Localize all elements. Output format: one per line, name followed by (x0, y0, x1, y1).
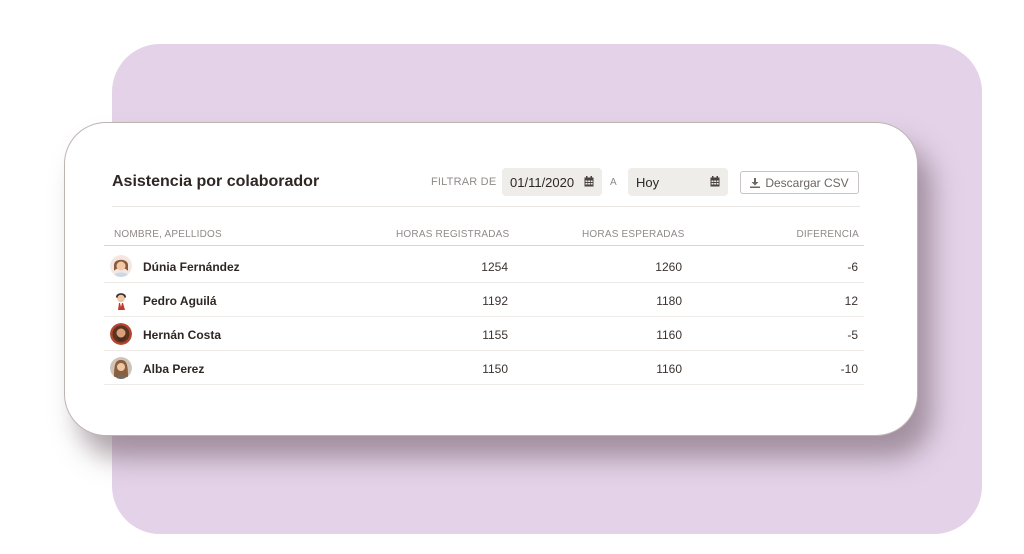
calendar-icon (584, 176, 594, 187)
column-header-difference[interactable]: DIFERENCIA (796, 229, 859, 240)
difference: -10 (840, 362, 858, 376)
filter-label: FILTRAR DE (431, 176, 497, 188)
difference: -5 (847, 328, 858, 342)
calendar-icon (710, 176, 720, 187)
page-title: Asistencia por colaborador (112, 173, 320, 190)
employee-name: Pedro Aguilá (143, 294, 217, 308)
column-header-expected-hours[interactable]: HORAS ESPERADAS (582, 229, 684, 240)
to-label: A (610, 177, 617, 188)
avatar (110, 255, 132, 277)
registered-hours: 1254 (481, 260, 508, 274)
expected-hours: 1180 (656, 294, 682, 308)
avatar (110, 357, 132, 379)
registered-hours: 1155 (482, 328, 508, 342)
header-divider (112, 206, 860, 207)
date-to-value: Hoy (636, 174, 660, 190)
column-header-registered-hours[interactable]: HORAS REGISTRADAS (396, 229, 509, 240)
date-from-input[interactable]: 01/11/2020 (502, 168, 602, 196)
table-row[interactable]: Hernán Costa 1155 1160 -5 (104, 317, 864, 351)
registered-hours: 1192 (482, 294, 508, 308)
row-divider (104, 384, 864, 385)
expected-hours: 1260 (655, 260, 682, 274)
employee-name: Dúnia Fernández (143, 260, 240, 274)
avatar (110, 289, 132, 311)
avatar (110, 323, 132, 345)
download-icon (750, 177, 761, 188)
difference: -6 (847, 260, 858, 274)
employee-name: Hernán Costa (143, 328, 222, 342)
expected-hours: 1160 (656, 328, 682, 342)
registered-hours: 1150 (482, 362, 508, 376)
difference: 12 (844, 294, 858, 308)
table-row[interactable]: Alba Perez 1150 1160 -10 (104, 351, 864, 385)
download-csv-button[interactable]: Descargar CSV (740, 171, 859, 194)
table-header-divider (104, 245, 864, 246)
table-row[interactable]: Pedro Aguilá 1192 1180 12 (104, 283, 864, 317)
download-csv-label: Descargar CSV (765, 175, 849, 190)
date-from-value: 01/11/2020 (510, 174, 575, 190)
date-to-input[interactable]: Hoy (628, 168, 728, 196)
employee-name: Alba Perez (143, 362, 205, 376)
column-header-name[interactable]: NOMBRE, APELLIDOS (114, 229, 222, 240)
table-row[interactable]: Dúnia Fernández 1254 1260 -6 (104, 249, 864, 283)
expected-hours: 1160 (656, 362, 682, 376)
